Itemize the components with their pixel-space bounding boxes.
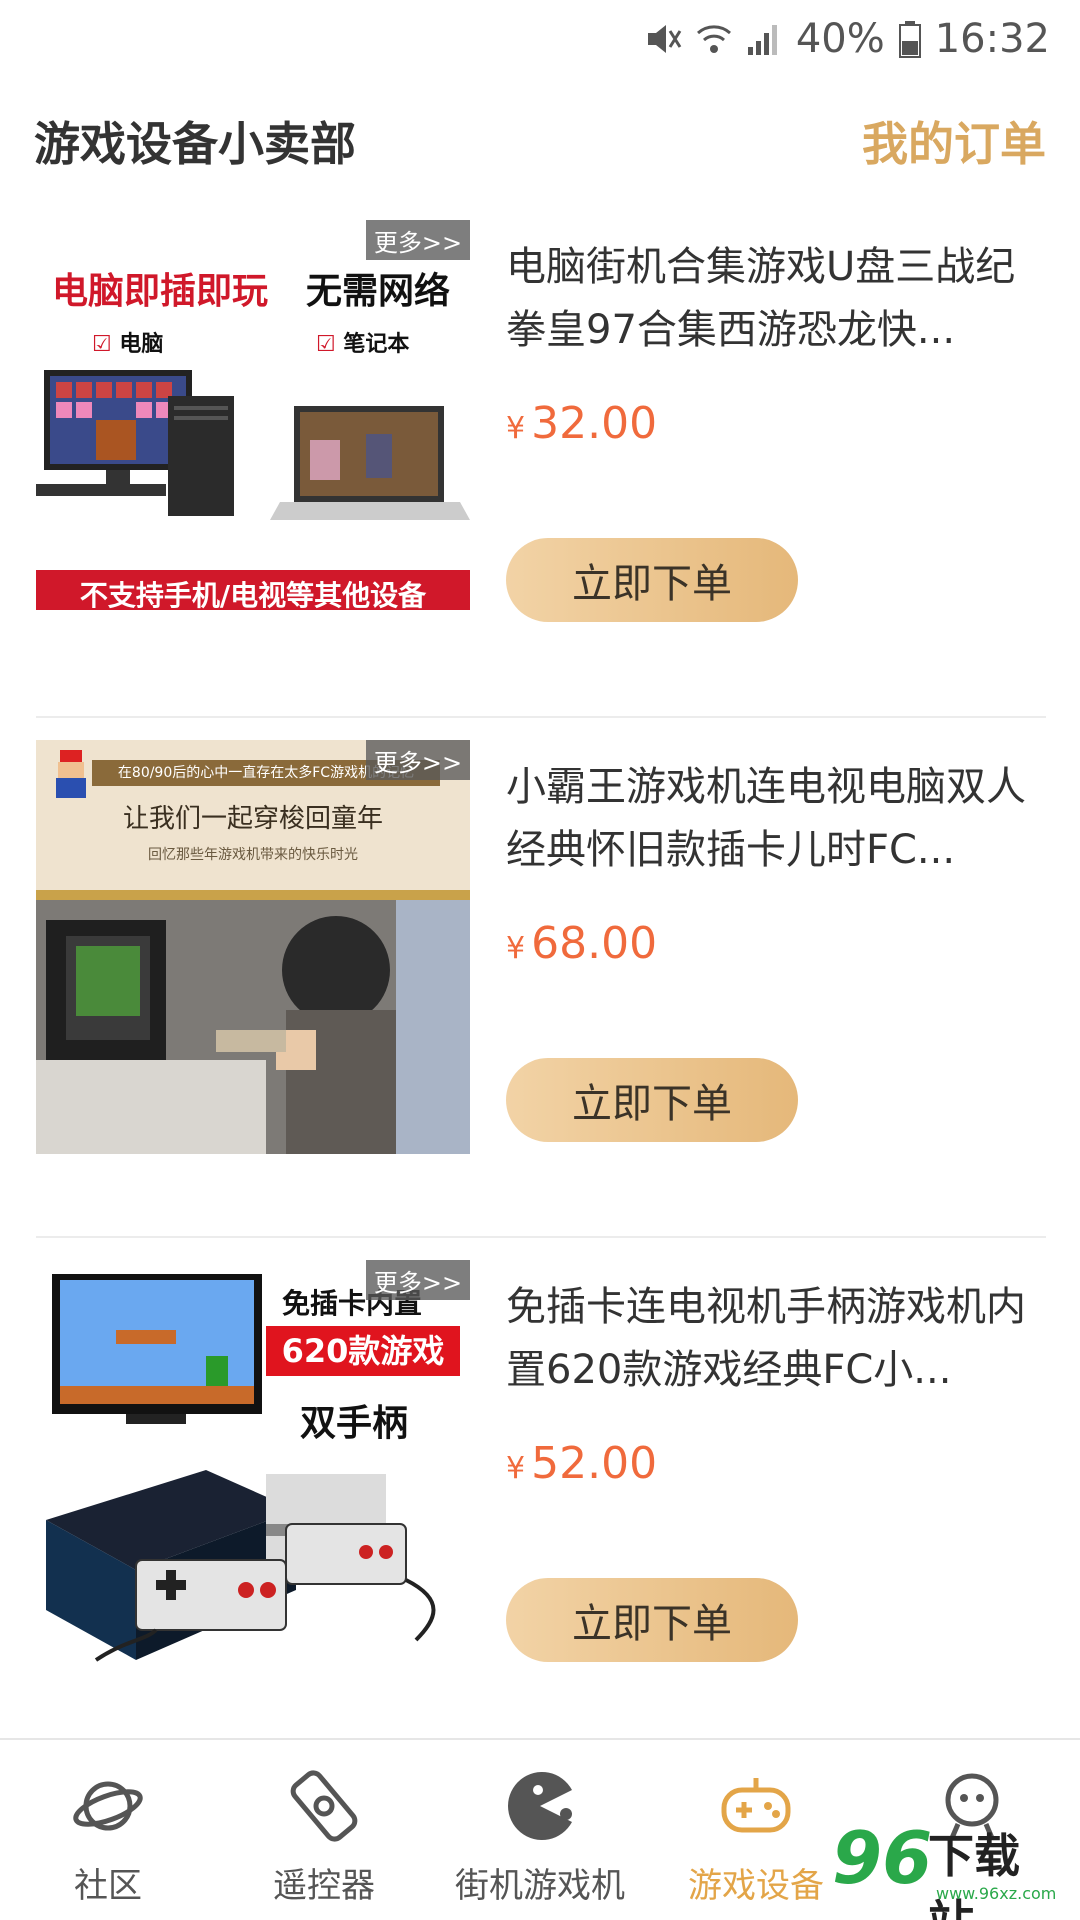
product-card[interactable]: 电脑即插即玩 无需网络 ☑ 电脑 ☑ 笔记本 不支持手机/电视等其他设备 更多>… [36,198,1046,718]
image-headline: 让我们一起穿梭回童年 [122,804,383,834]
more-badge[interactable]: 更多>> [366,1260,470,1300]
price-value: 68.00 [531,918,658,969]
currency-symbol: ¥ [506,411,526,446]
currency-symbol: ¥ [506,1451,526,1486]
image-banner: 620款游戏 [266,1326,460,1376]
image-caption: 双手柄 [300,1403,409,1444]
signal-icon [746,19,782,59]
image-caption: 电脑即插即玩 [52,271,269,312]
pacman-icon [502,1768,578,1844]
price-value: 32.00 [531,398,658,449]
tab-label: 遥控器 [273,1866,375,1906]
product-image[interactable]: 在80/90后的心中一直存在太多FC游戏机的记忆 让我们一起穿梭回童年 回忆那些… [36,740,470,1154]
product-card[interactable]: 免插卡内置 620款游戏 双手柄 更多>> 免插卡连电视机手柄游戏机内置620款… [36,1238,1046,1758]
tab-community[interactable]: 社区 [0,1740,216,1920]
mini-console-product-image [36,1260,470,1674]
header: 游戏设备小卖部 我的订单 [0,98,1080,178]
image-check-label: ☑ 电脑 [92,332,164,357]
watermark: 96 下载站 www.96xz.com [832,1812,1062,1920]
order-now-button[interactable]: 立即下单 [506,1578,798,1662]
status-icons: 40% 16:32 [642,14,1050,64]
product-price: ¥68.00 [506,918,657,969]
currency-symbol: ¥ [506,931,526,966]
tab-remote[interactable]: 遥控器 [216,1740,432,1920]
wifi-icon [696,19,732,59]
my-orders-link[interactable]: 我的订单 [862,108,1046,174]
tab-label: 社区 [74,1866,142,1906]
status-bar: 40% 16:32 [0,0,1080,78]
product-price: ¥32.00 [506,398,657,449]
remote-icon [286,1768,362,1844]
battery-percent: 40% [795,16,885,62]
planet-icon [70,1768,146,1844]
order-now-button[interactable]: 立即下单 [506,538,798,622]
product-title[interactable]: 小霸王游戏机连电视电脑双人经典怀旧款插卡儿时FC... [506,756,1046,882]
more-badge[interactable]: 更多>> [366,740,470,780]
checkbox-icon: ☑ [316,332,336,357]
tab-label: 街机游戏机 [455,1866,625,1906]
image-caption: 无需网络 [306,271,451,312]
image-subtitle: 回忆那些年游戏机带来的快乐时光 [148,847,358,863]
bottom-tab-bar: 社区 遥控器 街机游戏机 游戏设备 96 下载站 www.96xz.com [0,1738,1080,1920]
product-image[interactable]: 电脑即插即玩 无需网络 ☑ 电脑 ☑ 笔记本 不支持手机/电视等其他设备 更多>… [36,220,470,634]
clock: 16:32 [934,16,1050,62]
product-title[interactable]: 免插卡连电视机手柄游戏机内置620款游戏经典FC小... [506,1276,1046,1402]
page-title: 游戏设备小卖部 [34,117,356,171]
product-card[interactable]: 在80/90后的心中一直存在太多FC游戏机的记忆 让我们一起穿梭回童年 回忆那些… [36,718,1046,1238]
watermark-url: www.96xz.com [936,1884,1057,1903]
watermark-text: 下载站 [928,1829,1020,1920]
price-value: 52.00 [531,1438,658,1489]
gamepad-icon [718,1768,794,1844]
order-now-button[interactable]: 立即下单 [506,1058,798,1142]
watermark-logo: 96 [832,1816,933,1900]
checkbox-icon: ☑ [92,332,112,357]
image-check-label: ☑ 笔记本 [316,332,410,357]
more-badge[interactable]: 更多>> [366,220,470,260]
tab-arcade[interactable]: 街机游戏机 [432,1740,648,1920]
image-banner: 不支持手机/电视等其他设备 [79,579,427,612]
product-image[interactable]: 免插卡内置 620款游戏 双手柄 更多>> [36,1260,470,1674]
tab-label: 游戏设备 [688,1866,824,1906]
product-price: ¥52.00 [506,1438,657,1489]
mute-icon [642,19,682,59]
battery-icon [898,19,921,59]
product-title[interactable]: 电脑街机合集游戏U盘三战纪拳皇97合集西游恐龙快... [506,236,1046,362]
